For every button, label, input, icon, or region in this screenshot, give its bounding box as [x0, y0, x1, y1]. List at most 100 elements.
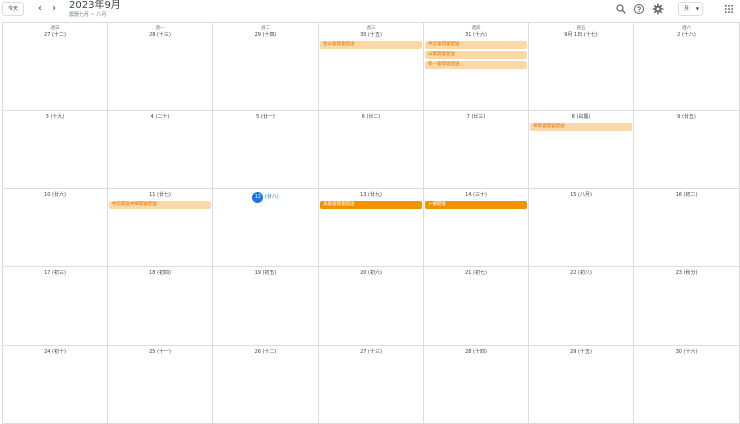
- date-label[interactable]: 4 (二十): [108, 114, 212, 121]
- date-label[interactable]: 28 (十三): [108, 32, 212, 39]
- day-cell[interactable]: 4 (二十): [108, 111, 213, 189]
- day-cell[interactable]: 10 (廿六): [3, 189, 108, 267]
- today-date-label[interactable]: 12 (廿八): [213, 192, 318, 203]
- date-label[interactable]: 13 (廿九): [319, 192, 423, 199]
- date-label[interactable]: 29 (十四): [213, 32, 318, 39]
- date-label[interactable]: 30 (十五): [319, 32, 423, 39]
- event-chip[interactable]: 中信會開會配送: [425, 41, 527, 49]
- date-label[interactable]: 31 (十六): [424, 32, 528, 39]
- day-cell[interactable]: 16 (初二): [634, 189, 740, 267]
- event-chip[interactable]: 金山會開會配送: [320, 41, 422, 49]
- date-label[interactable]: 5 (廿一): [213, 114, 318, 121]
- day-cell[interactable]: 12 (廿八): [213, 189, 319, 267]
- help-icon[interactable]: [633, 3, 645, 15]
- day-cell[interactable]: 25 (十一): [108, 346, 213, 424]
- date-label[interactable]: 20 (初六): [319, 270, 423, 277]
- date-label[interactable]: 22 (初八): [529, 270, 633, 277]
- event-chip[interactable]: 新一會開會配送: [425, 61, 527, 69]
- date-label[interactable]: 6 (廿二): [319, 114, 423, 121]
- day-cell[interactable]: 9 (廿五): [634, 111, 740, 189]
- event-chip[interactable]: 華南會開會配送: [530, 123, 632, 131]
- day-cell[interactable]: 27 (十三): [319, 346, 424, 424]
- day-cell[interactable]: 8 (白露) 華南會開會配送: [529, 111, 634, 189]
- date-label[interactable]: 28 (十四): [424, 349, 528, 356]
- lunar-date: (三十): [473, 192, 487, 198]
- date-label[interactable]: 17 (初三): [3, 270, 107, 277]
- day-cell[interactable]: 11 (廿七) 中信開區中華開會配送: [108, 189, 213, 267]
- day-cell[interactable]: 29 (十五): [529, 346, 634, 424]
- date-label[interactable]: 29 (十五): [529, 349, 633, 356]
- day-cell[interactable]: 19 (初五): [213, 267, 319, 346]
- gear-icon[interactable]: [652, 3, 664, 15]
- date-number: 18: [149, 270, 156, 276]
- day-cell[interactable]: 24 (初十): [3, 346, 108, 424]
- today-button[interactable]: 今天: [2, 2, 24, 16]
- date-label[interactable]: 24 (初十): [3, 349, 107, 356]
- date-label[interactable]: 23 (秋分): [634, 270, 739, 277]
- date-number: 10: [44, 192, 51, 198]
- day-cell[interactable]: 週一 28 (十三): [108, 23, 213, 111]
- day-cell[interactable]: 6 (廿二): [319, 111, 424, 189]
- date-label[interactable]: 2 (十八): [634, 32, 739, 39]
- date-label[interactable]: 21 (初七): [424, 270, 528, 277]
- day-cell[interactable]: 週六 2 (十八): [634, 23, 740, 111]
- day-cell[interactable]: 17 (初三): [3, 267, 108, 346]
- lunar-date: (十四): [262, 32, 277, 38]
- apps-grid-icon[interactable]: [723, 3, 735, 15]
- event-chip[interactable]: 中信開區中華開會配送: [109, 201, 211, 209]
- lunar-date: (初四): [157, 270, 171, 276]
- day-cell[interactable]: 26 (十二): [213, 346, 319, 424]
- date-label[interactable]: 9月 1日 (十七): [529, 32, 633, 39]
- lunar-date: (十二): [262, 349, 277, 355]
- event-chip[interactable]: 山葉開會配送: [425, 51, 527, 59]
- day-cell[interactable]: 14 (三十) 卜蜂開會: [424, 189, 529, 267]
- search-icon[interactable]: [615, 3, 627, 15]
- day-cell[interactable]: 5 (廿一): [213, 111, 319, 189]
- lunar-date: (十四): [473, 349, 487, 355]
- day-cell[interactable]: 23 (秋分): [634, 267, 740, 346]
- day-cell[interactable]: 30 (十六): [634, 346, 740, 424]
- chevron-right-icon[interactable]: ›: [48, 3, 60, 15]
- date-label[interactable]: 15 (八月): [529, 192, 633, 199]
- date-label[interactable]: 8 (白露): [529, 114, 633, 121]
- chevron-left-icon[interactable]: ‹: [34, 3, 46, 15]
- day-cell[interactable]: 週二 29 (十四): [213, 23, 319, 111]
- day-cell[interactable]: 18 (初四): [108, 267, 213, 346]
- day-cell[interactable]: 7 (廿三): [424, 111, 529, 189]
- date-label[interactable]: 7 (廿三): [424, 114, 528, 121]
- date-label[interactable]: 19 (初五): [213, 270, 318, 277]
- week-row: 10 (廿六) 11 (廿七) 中信開區中華開會配送 12 (廿八) 13 (廿九) 高雄…: [3, 189, 740, 267]
- day-cell[interactable]: 20 (初六): [319, 267, 424, 346]
- event-chip[interactable]: 高雄會開會配送: [320, 201, 422, 209]
- date-label[interactable]: 18 (初四): [108, 270, 212, 277]
- lunar-date: (初五): [262, 270, 277, 276]
- day-cell[interactable]: 21 (初七): [424, 267, 529, 346]
- date-label[interactable]: 10 (廿六): [3, 192, 107, 199]
- date-label[interactable]: 27 (十三): [319, 349, 423, 356]
- day-cell[interactable]: 3 (十九): [3, 111, 108, 189]
- date-label[interactable]: 9 (廿五): [634, 114, 739, 121]
- day-cell[interactable]: 28 (十四): [424, 346, 529, 424]
- date-number: 26: [254, 349, 261, 355]
- view-select[interactable]: 月 ▼: [678, 2, 703, 16]
- lunar-date: (十三): [157, 32, 171, 38]
- weekday-header: 週五: [576, 26, 586, 31]
- day-cell[interactable]: 13 (廿九) 高雄會開會配送: [319, 189, 424, 267]
- day-cell[interactable]: 週四 31 (十六) 中信會開會配送 山葉開會配送 新一會開會配送: [424, 23, 529, 111]
- date-label[interactable]: 25 (十一): [108, 349, 212, 356]
- date-label[interactable]: 27 (十二): [3, 32, 107, 39]
- date-label[interactable]: 14 (三十): [424, 192, 528, 199]
- day-cell[interactable]: 22 (初八): [529, 267, 634, 346]
- day-cell[interactable]: 15 (八月): [529, 189, 634, 267]
- date-label[interactable]: 30 (十六): [634, 349, 739, 356]
- day-cell[interactable]: 週五 9月 1日 (十七): [529, 23, 634, 111]
- date-label[interactable]: 16 (初二): [634, 192, 739, 199]
- day-cell[interactable]: 週日 27 (十二): [3, 23, 108, 111]
- date-label[interactable]: 11 (廿七): [108, 192, 212, 199]
- page-title: 2023年9月: [69, 0, 121, 11]
- date-label[interactable]: 26 (十二): [213, 349, 318, 356]
- lunar-date: (十一): [157, 349, 171, 355]
- event-chip[interactable]: 卜蜂開會: [425, 201, 527, 209]
- day-cell[interactable]: 週三 30 (十五) 金山會開會配送: [319, 23, 424, 111]
- date-label[interactable]: 3 (十九): [3, 114, 107, 121]
